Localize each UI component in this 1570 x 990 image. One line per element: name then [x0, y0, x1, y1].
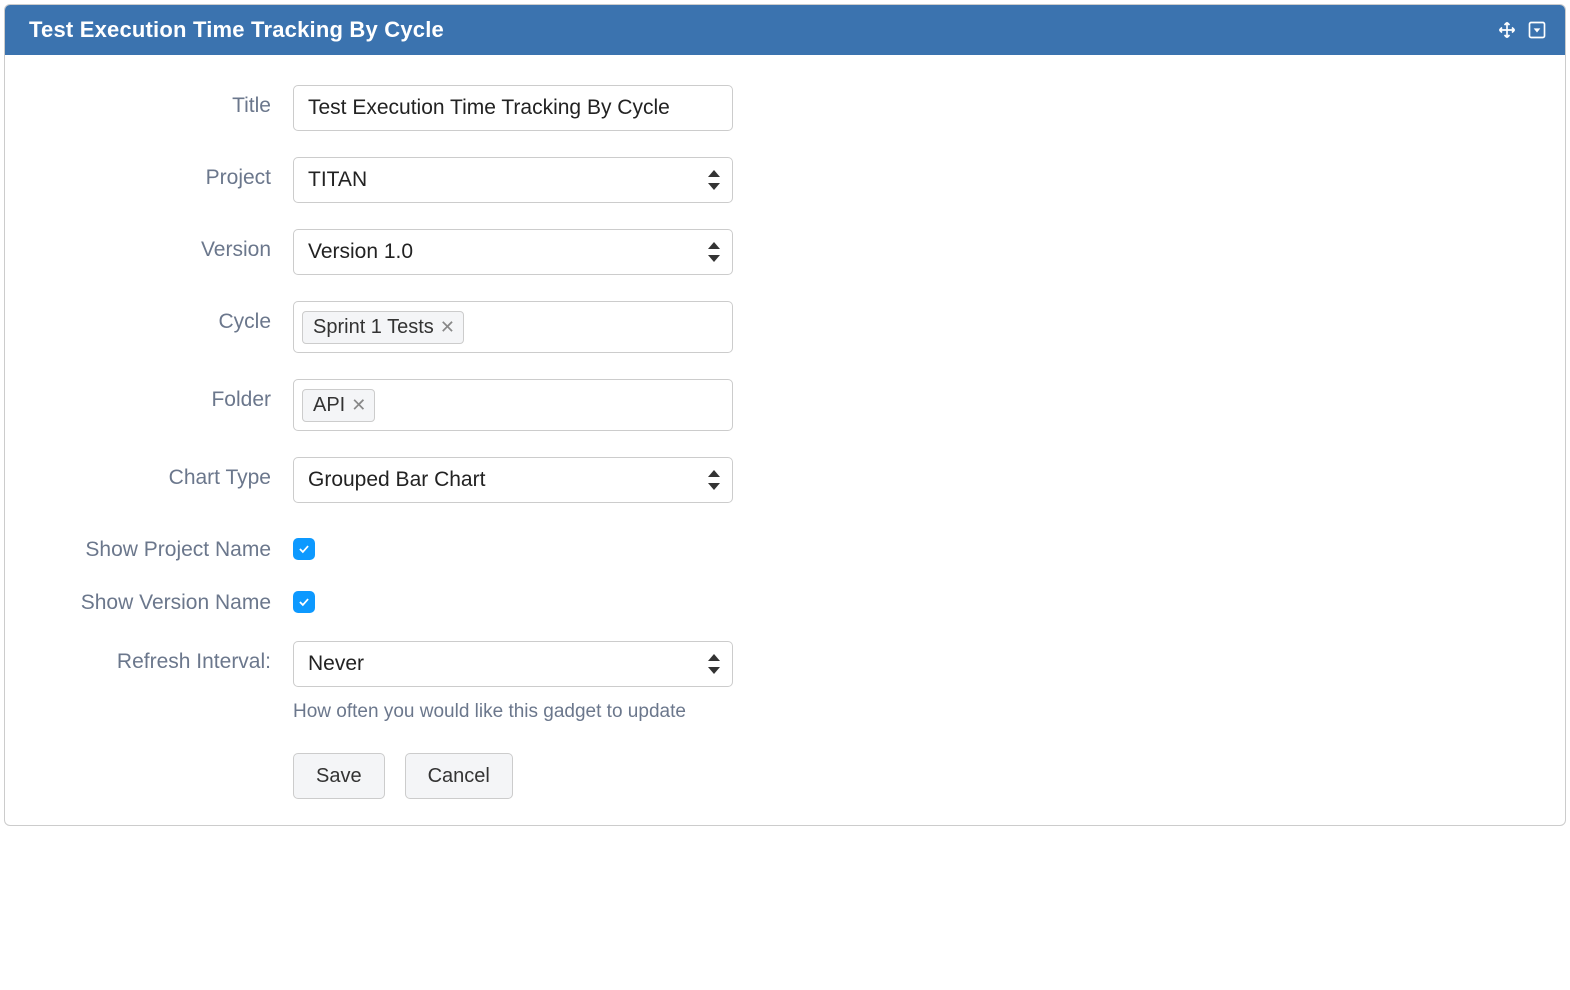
select-arrows-icon [708, 243, 720, 261]
folder-tag-label: API [313, 394, 345, 417]
label-folder: Folder [35, 379, 293, 412]
row-project: Project TITAN [35, 157, 1535, 203]
select-arrows-icon [708, 655, 720, 673]
row-show-version-name: Show Version Name [35, 582, 1535, 615]
label-chart-type: Chart Type [35, 457, 293, 490]
title-input[interactable] [293, 85, 733, 131]
cycle-tag-label: Sprint 1 Tests [313, 316, 434, 339]
chart-type-select[interactable]: Grouped Bar Chart [293, 457, 733, 503]
move-icon[interactable] [1497, 20, 1517, 40]
cycle-tag: Sprint 1 Tests ✕ [302, 311, 464, 344]
label-refresh-interval: Refresh Interval: [35, 641, 293, 674]
project-select-value: TITAN [308, 168, 367, 192]
button-row: Save Cancel [293, 753, 733, 799]
gadget-body: Title Project TITAN Version Version 1.0 [5, 55, 1565, 825]
gadget-title: Test Execution Time Tracking By Cycle [29, 17, 444, 43]
folder-tagbox[interactable]: API ✕ [293, 379, 733, 431]
row-chart-type: Chart Type Grouped Bar Chart [35, 457, 1535, 503]
row-refresh-interval: Refresh Interval: Never How often you wo… [35, 641, 1535, 723]
dropdown-menu-icon[interactable] [1527, 20, 1547, 40]
gadget-panel: Test Execution Time Tracking By Cycle Ti… [4, 4, 1566, 826]
label-show-project-name: Show Project Name [35, 529, 293, 562]
label-version: Version [35, 229, 293, 262]
project-select[interactable]: TITAN [293, 157, 733, 203]
cancel-button[interactable]: Cancel [405, 753, 513, 799]
tag-remove-icon[interactable]: ✕ [440, 318, 455, 336]
gadget-header: Test Execution Time Tracking By Cycle [5, 5, 1565, 55]
tag-remove-icon[interactable]: ✕ [351, 396, 366, 414]
save-button[interactable]: Save [293, 753, 385, 799]
chart-type-select-value: Grouped Bar Chart [308, 468, 485, 492]
version-select-value: Version 1.0 [308, 240, 413, 264]
refresh-interval-select[interactable]: Never [293, 641, 733, 687]
row-folder: Folder API ✕ [35, 379, 1535, 431]
refresh-interval-help: How often you would like this gadget to … [293, 701, 733, 723]
select-arrows-icon [708, 171, 720, 189]
label-cycle: Cycle [35, 301, 293, 334]
folder-tag: API ✕ [302, 389, 375, 422]
select-arrows-icon [708, 471, 720, 489]
cycle-tagbox[interactable]: Sprint 1 Tests ✕ [293, 301, 733, 353]
row-buttons: Save Cancel [35, 749, 1535, 799]
label-show-version-name: Show Version Name [35, 582, 293, 615]
refresh-interval-select-value: Never [308, 652, 364, 676]
show-project-name-checkbox[interactable] [293, 538, 315, 560]
row-cycle: Cycle Sprint 1 Tests ✕ [35, 301, 1535, 353]
row-title: Title [35, 85, 1535, 131]
version-select[interactable]: Version 1.0 [293, 229, 733, 275]
gadget-header-icons [1497, 20, 1547, 40]
row-show-project-name: Show Project Name [35, 529, 1535, 562]
show-version-name-checkbox[interactable] [293, 591, 315, 613]
label-title: Title [35, 85, 293, 118]
row-version: Version Version 1.0 [35, 229, 1535, 275]
label-project: Project [35, 157, 293, 190]
